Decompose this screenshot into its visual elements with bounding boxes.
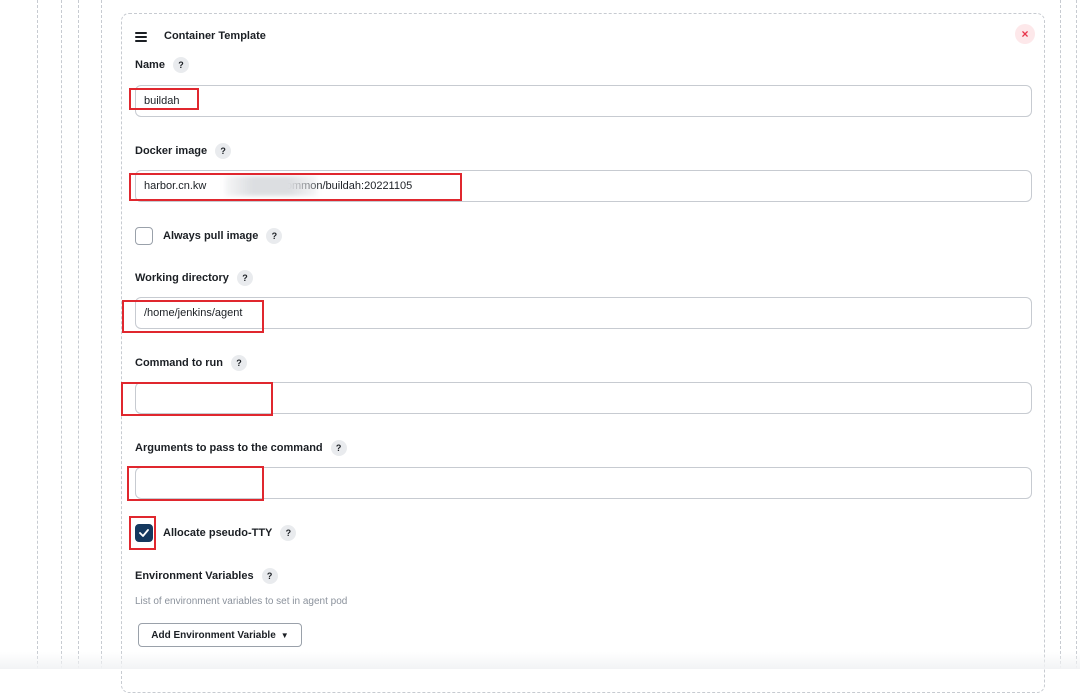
docker-image-label: Docker image ? — [135, 143, 232, 159]
drag-handle-icon[interactable] — [135, 31, 147, 42]
help-icon[interactable]: ? — [236, 270, 253, 286]
nesting-guide-line — [1076, 0, 1077, 669]
close-icon[interactable]: × — [1015, 24, 1035, 44]
caret-down-icon: ▼ — [280, 630, 289, 640]
redacted-region — [225, 176, 317, 196]
add-environment-variable-button[interactable]: Add Environment Variable ▼ — [138, 623, 302, 647]
help-icon[interactable]: ? — [261, 568, 278, 584]
bottom-fade — [0, 652, 1080, 669]
command-to-run-label: Command to run ? — [135, 355, 247, 371]
allocate-tty-row: Allocate pseudo-TTY ? — [135, 524, 297, 542]
always-pull-image-row: Always pull image ? — [135, 227, 283, 245]
arguments-label: Arguments to pass to the command ? — [135, 440, 347, 456]
environment-variables-description: List of environment variables to set in … — [135, 596, 348, 607]
environment-variables-label: Environment Variables ? — [135, 568, 278, 584]
help-icon[interactable]: ? — [215, 143, 232, 159]
nesting-guide-line — [78, 0, 79, 669]
card-title: Container Template — [164, 30, 266, 42]
nesting-guide-line — [61, 0, 62, 669]
help-icon[interactable]: ? — [330, 440, 347, 456]
nesting-guide-line — [37, 0, 38, 669]
nesting-guide-line — [101, 0, 102, 669]
help-icon[interactable]: ? — [280, 525, 297, 541]
help-icon[interactable]: ? — [266, 228, 283, 244]
checkmark-icon — [139, 529, 149, 537]
always-pull-image-checkbox[interactable] — [135, 227, 153, 245]
name-input[interactable] — [135, 85, 1032, 117]
arguments-input[interactable] — [135, 467, 1032, 499]
working-directory-input[interactable] — [135, 297, 1032, 329]
name-label: Name ? — [135, 57, 189, 73]
working-directory-label: Working directory ? — [135, 270, 253, 286]
nesting-guide-line — [1060, 0, 1061, 669]
command-to-run-input[interactable] — [135, 382, 1032, 414]
help-icon[interactable]: ? — [231, 355, 247, 371]
card-header: Container Template — [135, 28, 266, 44]
allocate-tty-checkbox[interactable] — [135, 524, 153, 542]
help-icon[interactable]: ? — [172, 57, 189, 73]
